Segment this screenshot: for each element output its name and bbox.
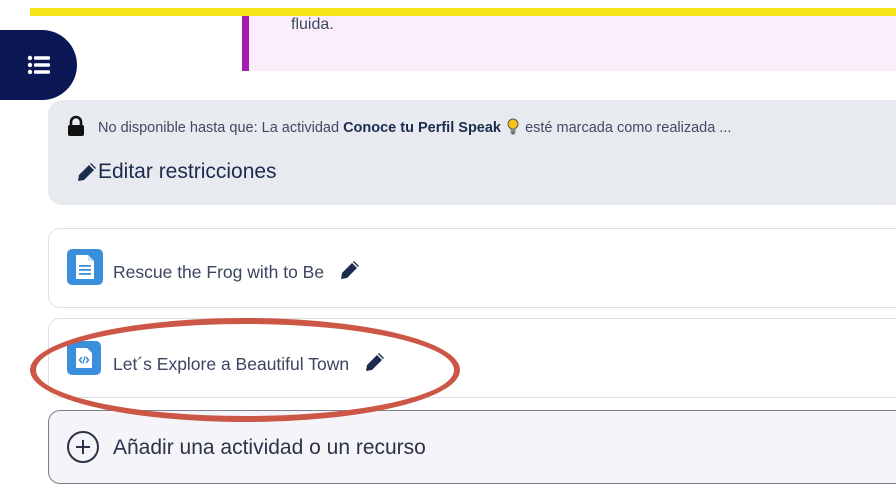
activity-title-link[interactable]: Let´s Explore a Beautiful Town — [113, 351, 386, 375]
restriction-suffix: esté marcada como realizada ... — [525, 120, 732, 136]
add-activity-button[interactable]: Añadir una actividad o un recurso — [48, 410, 896, 484]
activity-title-link[interactable]: Rescue the Frog with to Be — [113, 259, 361, 283]
plus-icon — [67, 431, 99, 463]
edit-title-icon[interactable] — [364, 351, 386, 373]
activity-item[interactable]: Rescue the Frog with to Be — [48, 228, 896, 308]
edit-title-icon[interactable] — [339, 259, 361, 281]
note-text: fluida. — [291, 16, 334, 33]
activity-item[interactable]: Let´s Explore a Beautiful Town — [48, 318, 896, 398]
edit-restrictions-label: Editar restricciones — [98, 160, 277, 183]
activity-title-text: Rescue the Frog with to Be — [113, 262, 325, 282]
page-icon — [67, 249, 103, 285]
restriction-prefix: No disponible hasta que: La actividad — [98, 120, 340, 136]
pencil-icon — [78, 163, 96, 181]
note-box: fluida. — [242, 16, 896, 71]
activity-title-text: Let´s Explore a Beautiful Town — [113, 354, 350, 374]
lock-icon — [68, 115, 84, 136]
course-index-button[interactable] — [0, 30, 77, 100]
restriction-box: No disponible hasta que: La actividad Co… — [48, 100, 896, 205]
html-code-icon — [67, 341, 101, 375]
highlight-bar — [30, 8, 896, 16]
restriction-activity-link[interactable]: Conoce tu Perfil Speak — [343, 120, 501, 136]
lightbulb-icon — [507, 118, 519, 135]
add-activity-label: Añadir una actividad o un recurso — [113, 436, 426, 459]
list-icon — [27, 55, 50, 75]
edit-restrictions-button[interactable]: Editar restricciones — [76, 160, 277, 184]
restriction-text: No disponible hasta que: La actividad Co… — [98, 118, 731, 136]
